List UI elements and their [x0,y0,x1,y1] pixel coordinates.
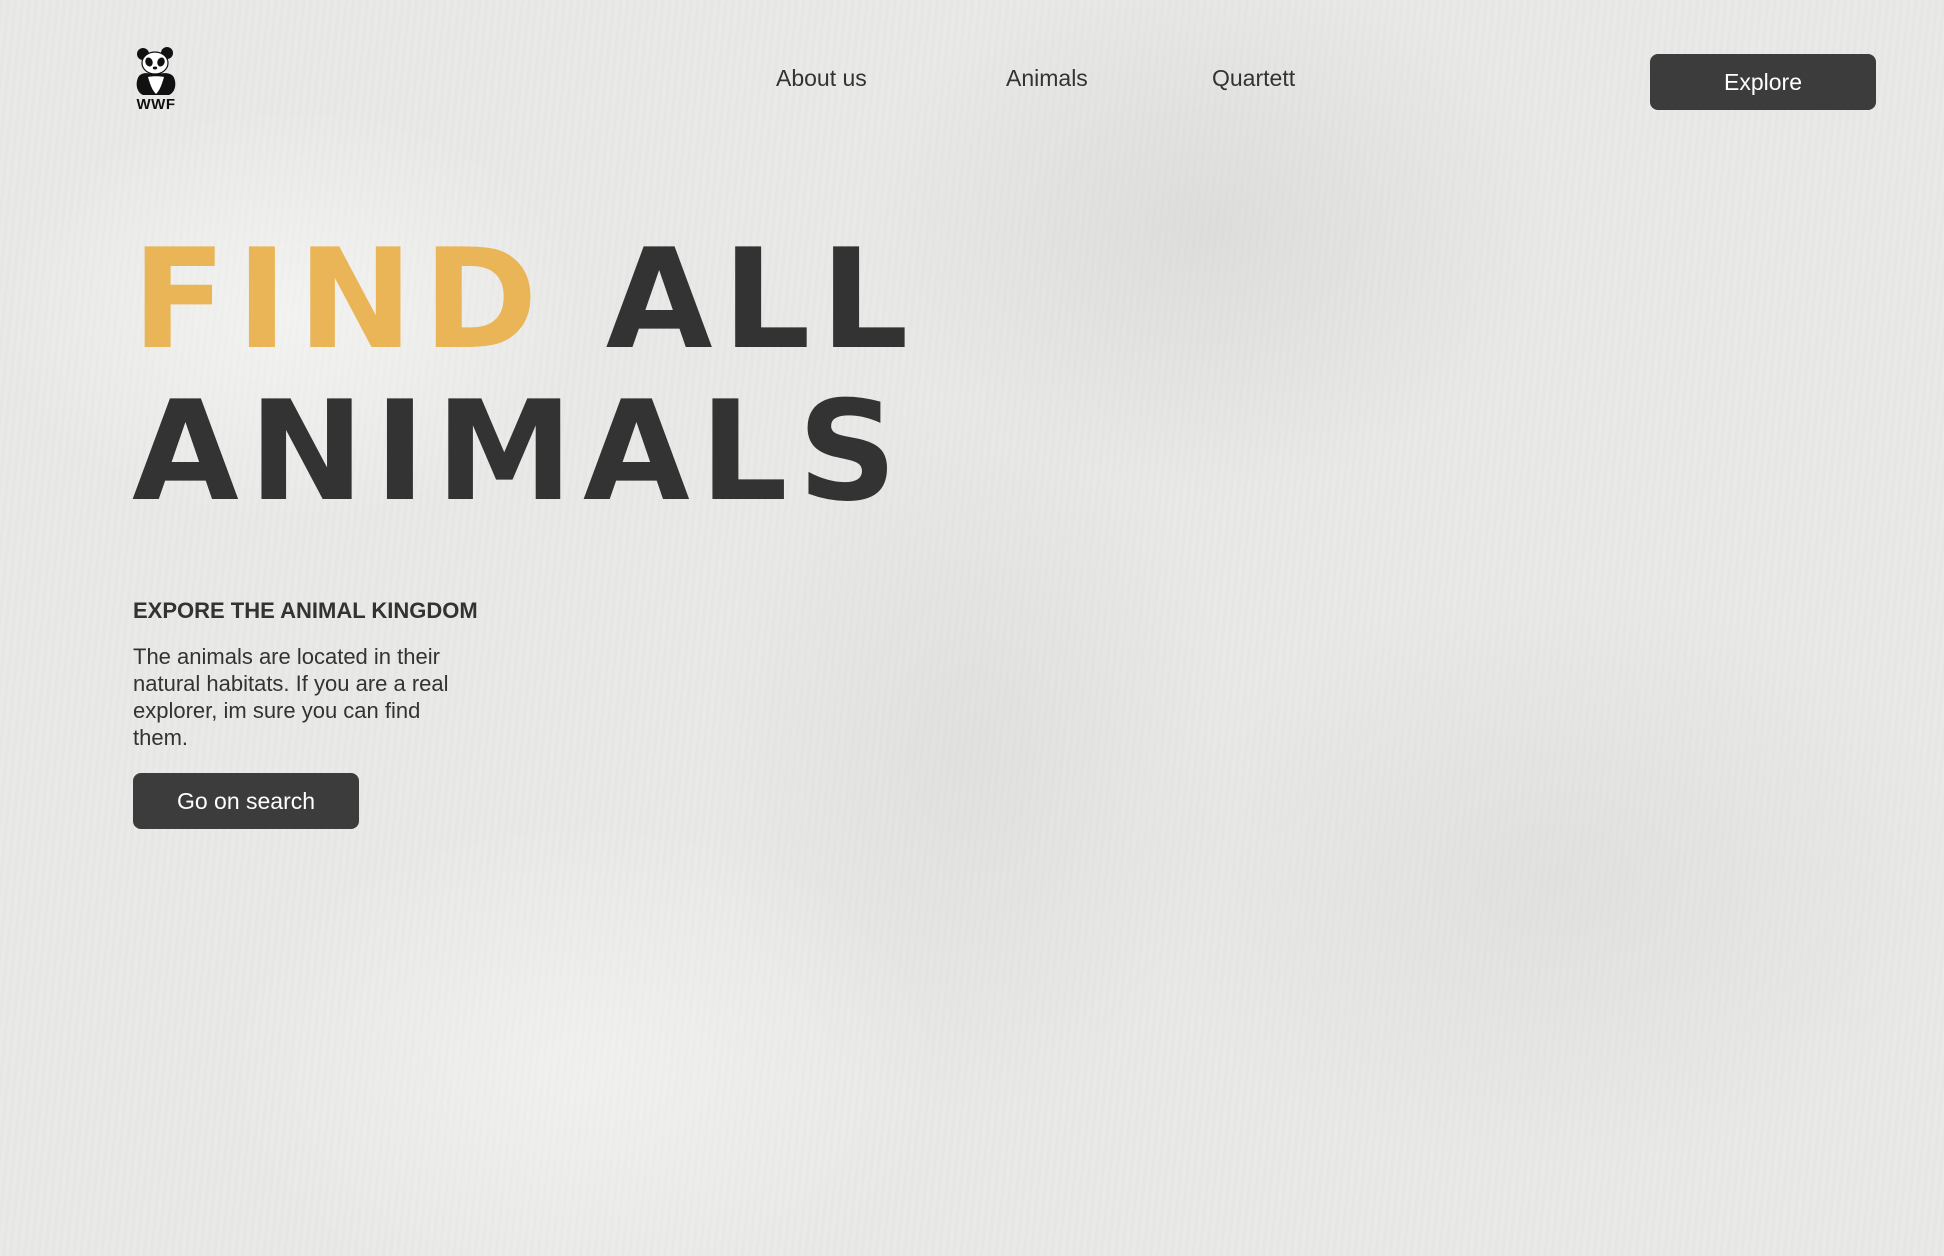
hero-title-accent: FIND [132,219,548,380]
logo-text: WWF [136,96,176,113]
explore-button[interactable]: Explore [1650,54,1876,110]
hero-title: FIND ALL ANIMALS [132,224,918,528]
panda-icon [136,47,176,95]
wwf-logo[interactable]: WWF [132,46,180,118]
hero-title-rest: ALL [605,219,919,380]
nav-link-about-us[interactable]: About us [776,64,867,92]
hero-description: The animals are located in their natural… [133,644,449,750]
hero-subheading: EXPORE THE ANIMAL KINGDOM [133,598,478,623]
go-on-search-button[interactable]: Go on search [133,773,359,829]
hero-title-line-2: ANIMALS [132,371,908,532]
hero-title-line-1: FIND ALL [132,224,918,376]
nav-link-animals[interactable]: Animals [1006,64,1088,92]
nav-link-quartett[interactable]: Quartett [1212,64,1295,92]
